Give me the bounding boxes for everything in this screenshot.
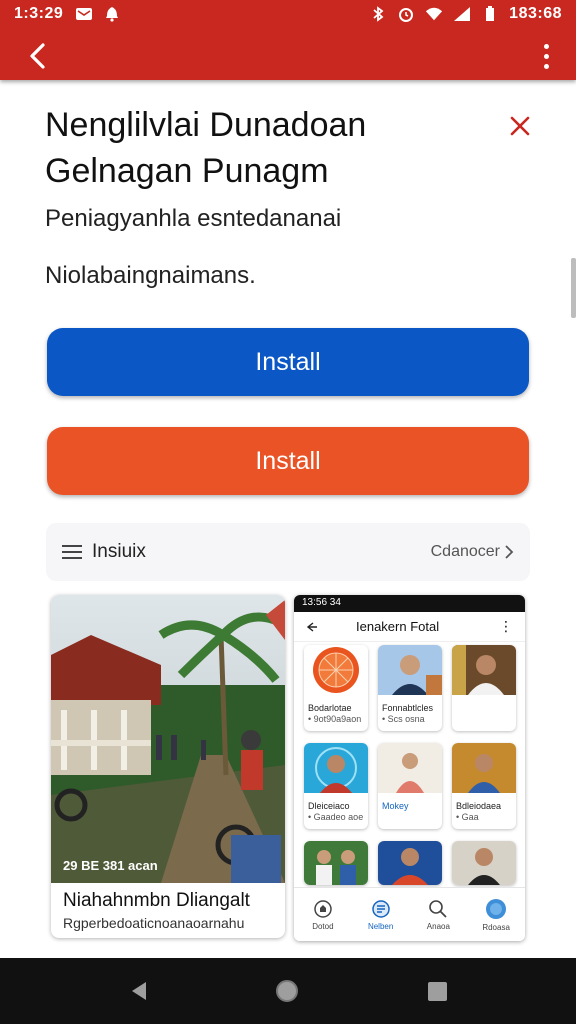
title-line-2: Gelnagan Punagm xyxy=(45,152,329,190)
section-header[interactable]: Insiuix Cdanocer xyxy=(46,523,530,581)
status-time: 1:3:29 xyxy=(14,5,64,22)
photo-title: Niahahnmbn Dliangalt xyxy=(63,890,250,911)
alarm-icon xyxy=(397,6,415,22)
apps-icon xyxy=(371,899,390,918)
person-image xyxy=(378,841,442,885)
preview-tile: Bodarlotae • 9ot90a9aon xyxy=(304,645,368,731)
photo-subtitle: Rgperbedoaticnoanaoarnahu xyxy=(63,915,245,931)
tile-line-1: Dleiceiaco xyxy=(308,801,350,811)
nav-recents-icon[interactable] xyxy=(428,982,447,1001)
tile-line-2: • Scs osna xyxy=(382,714,425,724)
preview-nav-item: Anaoa xyxy=(418,899,458,931)
preview-nav-item: Rdoasa xyxy=(476,898,516,932)
search-icon xyxy=(429,899,448,918)
preview-tile xyxy=(452,841,516,885)
preview-bottom-nav: Dotod Nelben Anaoa Rdoasa xyxy=(294,887,525,941)
wifi-icon xyxy=(425,6,443,22)
nav-label: Anaoa xyxy=(426,921,450,931)
people-image xyxy=(304,841,368,885)
title-line-1: Nenglilvlai Dunadoan xyxy=(45,106,367,144)
person-image xyxy=(452,743,516,793)
back-button[interactable] xyxy=(20,40,54,72)
tile-line-2: • 9ot90a9aon xyxy=(308,714,362,724)
preview-app-bar: Ienakern Fotal ⋮ xyxy=(294,612,525,642)
section-label: Insiuix xyxy=(92,541,146,562)
battery-icon xyxy=(481,6,499,22)
system-navigation-bar xyxy=(0,958,576,1024)
tile-line-2 xyxy=(452,703,516,705)
nav-home-icon[interactable] xyxy=(276,980,298,1002)
tile-line-2 xyxy=(378,811,442,813)
profile-icon xyxy=(486,898,507,919)
bluetooth-icon xyxy=(369,6,387,22)
arrow-back-icon xyxy=(306,621,317,632)
status-right-text: 183:68 xyxy=(509,5,562,22)
tile-line-1: Bodarlotae xyxy=(308,703,352,713)
scrollbar[interactable] xyxy=(571,258,576,318)
person-image xyxy=(378,743,442,793)
nav-label: Nelben xyxy=(367,921,394,931)
tile-line-1: Fonnabtlcles xyxy=(382,703,434,713)
close-icon xyxy=(510,116,530,136)
more-options-button[interactable] xyxy=(538,40,554,72)
list-icon xyxy=(62,545,82,559)
arrow-back-icon xyxy=(30,43,45,69)
person-image xyxy=(378,645,442,695)
tile-line-1: Bdleiodaea xyxy=(456,801,502,811)
status-bar: 1:3:29 183:68 xyxy=(0,0,576,28)
preview-nav-item: Dotod xyxy=(303,899,343,931)
tile-line-1: Mokey xyxy=(382,801,409,811)
preview-tile xyxy=(452,645,516,731)
top-bar: 1:3:29 183:68 xyxy=(0,0,576,80)
subtitle: Peniagyanhla esntedananai xyxy=(45,205,342,232)
app-bar xyxy=(0,30,576,80)
person-image xyxy=(304,743,368,793)
photo-caption: 29 BE 381 acan xyxy=(63,858,158,873)
more-vert-icon: ⋮ xyxy=(499,618,513,634)
preview-title: Ienakern Fotal xyxy=(356,619,440,634)
preview-nav-item-active: Nelben xyxy=(361,899,401,931)
notification-icon xyxy=(103,6,121,22)
nav-label: Dotod xyxy=(312,921,334,931)
see-more-label: Cdanocer xyxy=(430,543,500,560)
nav-label: Rdoasa xyxy=(482,922,510,932)
person-image xyxy=(452,645,516,695)
signal-icon xyxy=(453,6,471,22)
more-vert-icon xyxy=(543,43,549,49)
install-button-secondary[interactable]: Install xyxy=(47,427,529,495)
install-button-primary[interactable]: Install xyxy=(47,328,529,396)
preview-tile: Fonnabtlcles • Scs osna xyxy=(378,645,442,731)
preview-tile: Dleiceiaco • Gaadeo aoe xyxy=(304,743,368,829)
gallery-screenshot-card[interactable]: 13:56 34 Ienakern Fotal ⋮ Bodarlotae • 9… xyxy=(294,595,525,941)
page-title: Nenglilvlai Dunadoan Gelnagan Punagm xyxy=(45,102,485,194)
preview-tile xyxy=(378,841,442,885)
nav-back-icon[interactable] xyxy=(128,980,150,1002)
see-more-link[interactable]: Cdanocer xyxy=(431,543,514,561)
person-image xyxy=(452,841,516,885)
chevron-right-icon xyxy=(505,545,514,559)
preview-tile: Mokey xyxy=(378,743,442,829)
description: Niolabaingnaimans. xyxy=(45,262,256,289)
message-icon xyxy=(75,6,93,22)
home-icon xyxy=(314,899,332,918)
orange-slice-image xyxy=(304,645,368,695)
close-button[interactable] xyxy=(506,112,534,140)
village-photo xyxy=(51,595,285,883)
tile-line-2: • Gaa xyxy=(456,812,479,822)
preview-tile xyxy=(304,841,368,885)
gallery-photo-card[interactable]: 29 BE 381 acan Niahahnmbn Dliangalt Rgpe… xyxy=(51,595,285,938)
preview-status-bar: 13:56 34 xyxy=(294,595,525,612)
preview-tile: Bdleiodaea • Gaa xyxy=(452,743,516,829)
tile-line-2: • Gaadeo aoe xyxy=(308,812,364,822)
